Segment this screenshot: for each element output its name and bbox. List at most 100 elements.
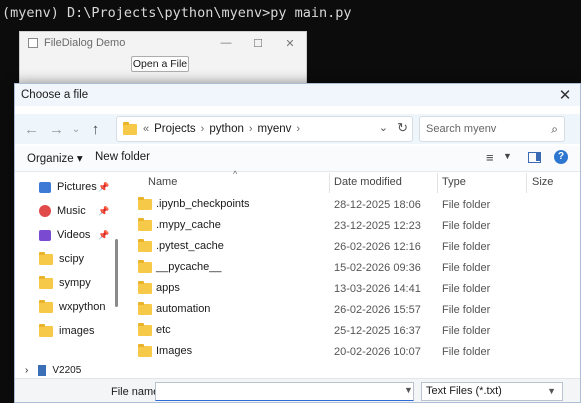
view-dropdown-icon[interactable]: ▼ bbox=[503, 151, 512, 161]
sidebar-item-label: V2205 bbox=[52, 365, 82, 376]
refresh-icon[interactable]: ↻ bbox=[397, 120, 408, 136]
sidebar-item-drive[interactable]: › V2205 bbox=[25, 365, 81, 376]
file-name: etc bbox=[156, 324, 171, 336]
table-row[interactable]: etc 25-12-2025 16:37 File folder bbox=[122, 320, 580, 341]
folder-icon bbox=[138, 280, 152, 294]
minimize-button[interactable]: — bbox=[210, 37, 242, 50]
file-type: File folder bbox=[442, 262, 491, 274]
filetype-select[interactable]: Text Files (*.txt) ▼ bbox=[421, 382, 563, 401]
pictures-icon bbox=[39, 181, 51, 193]
sidebar-item-label: images bbox=[59, 325, 95, 337]
sidebar-item-wxpython[interactable]: wxpython bbox=[39, 298, 105, 316]
view-options-icon[interactable]: ≡ bbox=[486, 150, 494, 165]
file-date: 25-12-2025 16:37 bbox=[334, 325, 421, 337]
organize-button[interactable]: Organize ▾ bbox=[27, 151, 83, 165]
filedialog-demo-window: FileDialog Demo — ☐ ✕ Open a File bbox=[19, 31, 307, 91]
folder-icon bbox=[138, 259, 152, 273]
filename-dropdown-chevron-icon[interactable]: ▼ bbox=[404, 385, 413, 395]
maximize-button[interactable]: ☐ bbox=[242, 37, 274, 50]
breadcrumb-python[interactable]: python bbox=[209, 123, 244, 135]
file-type: File folder bbox=[442, 346, 491, 358]
file-type: File folder bbox=[442, 325, 491, 337]
file-name: Images bbox=[156, 345, 193, 357]
breadcrumb-myenv[interactable]: myenv bbox=[258, 123, 292, 135]
filename-row: File name: ▼ Text Files (*.txt) ▼ bbox=[15, 378, 580, 402]
file-name: apps bbox=[156, 282, 180, 294]
sidebar-item-label: wxpython bbox=[59, 301, 106, 313]
sidebar-item-label: Pictures bbox=[57, 181, 97, 193]
help-icon[interactable]: ? bbox=[554, 150, 568, 164]
column-header-type[interactable]: Type bbox=[442, 176, 466, 188]
back-arrow-icon[interactable]: ← bbox=[19, 121, 44, 138]
search-input[interactable]: Search myenv ⌕ bbox=[419, 116, 565, 142]
sidebar-item-scipy[interactable]: scipy bbox=[39, 250, 84, 268]
forward-arrow-icon[interactable]: → bbox=[44, 121, 69, 138]
address-dropdown-chevron-icon[interactable]: ⌄ bbox=[379, 121, 388, 134]
table-row[interactable]: Images 20-02-2026 10:07 File folder bbox=[122, 341, 580, 362]
column-divider[interactable] bbox=[526, 173, 527, 193]
command-toolbar: Organize ▾ New folder ≡ ▼ ? bbox=[15, 146, 580, 172]
sidebar-item-pictures[interactable]: Pictures bbox=[39, 178, 97, 196]
sidebar-item-music[interactable]: Music bbox=[39, 202, 86, 220]
file-type: File folder bbox=[442, 199, 491, 211]
close-button[interactable]: ✕ bbox=[274, 37, 306, 50]
folder-icon bbox=[138, 217, 152, 231]
folder-icon bbox=[138, 322, 152, 336]
sidebar-item-label: Music bbox=[57, 205, 86, 217]
column-divider[interactable] bbox=[329, 173, 330, 193]
address-bar[interactable]: « Projects › python › myenv › ⌄ ↻ bbox=[116, 116, 413, 142]
table-row[interactable]: .ipynb_checkpoints 28-12-2025 18:06 File… bbox=[122, 194, 580, 215]
open-file-button[interactable]: Open a File bbox=[131, 56, 189, 72]
table-row[interactable]: .pytest_cache 26-02-2026 12:16 File fold… bbox=[122, 236, 580, 257]
folder-icon bbox=[39, 251, 53, 265]
column-header-size[interactable]: Size bbox=[532, 176, 553, 188]
file-name: automation bbox=[156, 303, 211, 315]
navigation-pane: Pictures 📌 Music 📌 Videos 📌 scipy sympy … bbox=[15, 173, 118, 377]
dialog-title: Choose a file bbox=[21, 89, 89, 101]
expand-chevron-icon[interactable]: › bbox=[25, 365, 28, 376]
folder-icon bbox=[39, 299, 53, 313]
folder-icon bbox=[138, 301, 152, 315]
recent-chevron-icon[interactable]: ⌄ bbox=[69, 124, 83, 135]
console-command-line: (myenv) D:\Projects\python\myenv>py main… bbox=[2, 5, 352, 21]
search-placeholder: Search myenv bbox=[426, 123, 497, 135]
breadcrumb-overflow[interactable]: « bbox=[143, 123, 149, 135]
column-header-name[interactable]: Name bbox=[148, 176, 177, 188]
file-date: 26-02-2026 12:16 bbox=[334, 241, 421, 253]
new-folder-button[interactable]: New folder bbox=[95, 151, 150, 163]
sidebar-item-sympy[interactable]: sympy bbox=[39, 274, 91, 292]
table-row[interactable]: __pycache__ 15-02-2026 09:36 File folder bbox=[122, 257, 580, 278]
app-icon bbox=[28, 38, 38, 48]
file-list: ^ Name Date modified Type Size .ipynb_ch… bbox=[122, 169, 580, 377]
file-name: __pycache__ bbox=[156, 261, 222, 273]
dialog-title-bar: Choose a file ✕ bbox=[15, 84, 580, 106]
folder-icon bbox=[138, 238, 152, 252]
breadcrumb-projects[interactable]: Projects bbox=[154, 123, 196, 135]
filename-field[interactable] bbox=[155, 382, 414, 401]
table-row[interactable]: automation 26-02-2026 15:57 File folder bbox=[122, 299, 580, 320]
table-row[interactable]: apps 13-03-2026 14:41 File folder bbox=[122, 278, 580, 299]
demo-title-bar: FileDialog Demo — ☐ ✕ bbox=[20, 32, 306, 54]
file-date: 23-12-2025 12:23 bbox=[334, 220, 421, 232]
choose-file-dialog: Choose a file ✕ ← → ⌄ ↑ « Projects › pyt… bbox=[14, 83, 581, 403]
breadcrumb-separator-icon: › bbox=[296, 123, 301, 135]
address-row: ← → ⌄ ↑ « Projects › python › myenv › ⌄ … bbox=[15, 114, 580, 144]
file-name: .ipynb_checkpoints bbox=[156, 198, 250, 210]
column-divider[interactable] bbox=[437, 173, 438, 193]
file-name: .pytest_cache bbox=[156, 240, 224, 252]
file-type: File folder bbox=[442, 241, 491, 253]
column-header-date[interactable]: Date modified bbox=[334, 176, 402, 188]
navigation-scrollbar[interactable] bbox=[115, 239, 118, 307]
sort-ascending-icon: ^ bbox=[233, 169, 238, 179]
drive-icon bbox=[38, 365, 47, 376]
file-type: File folder bbox=[442, 220, 491, 232]
breadcrumb-separator-icon: › bbox=[200, 123, 205, 135]
dialog-close-button[interactable]: ✕ bbox=[550, 86, 580, 104]
folder-icon bbox=[138, 196, 152, 210]
preview-pane-icon[interactable] bbox=[528, 152, 541, 163]
breadcrumb-separator-icon: › bbox=[248, 123, 253, 135]
up-arrow-icon[interactable]: ↑ bbox=[83, 121, 108, 138]
table-row[interactable]: .mypy_cache 23-12-2025 12:23 File folder bbox=[122, 215, 580, 236]
sidebar-item-images[interactable]: images bbox=[39, 322, 94, 340]
sidebar-item-videos[interactable]: Videos bbox=[39, 226, 90, 244]
